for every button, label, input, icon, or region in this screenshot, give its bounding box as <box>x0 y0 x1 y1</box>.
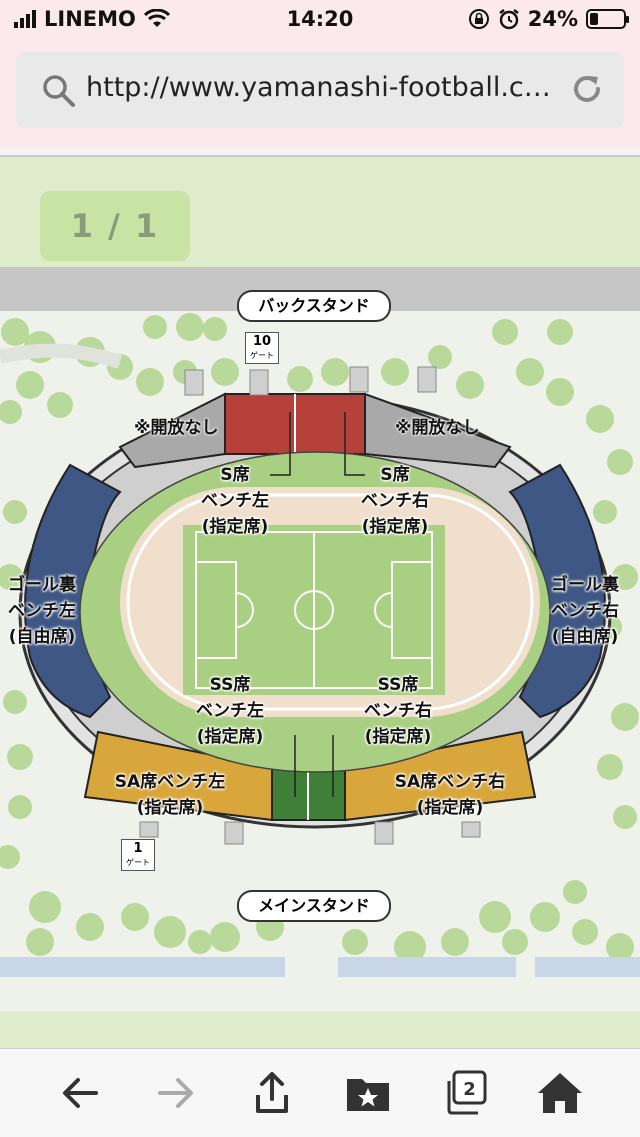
bookmark-star-icon[interactable] <box>344 1069 392 1117</box>
ss-right-label-line-1: SS席 <box>377 675 419 695</box>
goal-left-label-line-2: ベンチ左 <box>8 601 76 621</box>
search-icon <box>43 75 75 107</box>
gate-1: 1 ゲート <box>121 839 155 871</box>
status-bar: LINEMO 14:20 24% <box>0 0 640 40</box>
goal-left-label-line-3: (自由席) <box>8 627 76 647</box>
gate-1-label: ゲート <box>126 858 150 867</box>
ss-left-label-line-2: ベンチ左 <box>196 701 264 721</box>
closed-right-label: ※開放なし <box>395 418 480 438</box>
alarm-icon <box>499 9 519 30</box>
s-right-label: S席ベンチ右 (指定席) <box>335 462 455 540</box>
gate-10-number: 10 <box>252 334 272 349</box>
ss-left-label-line-1: SS席 <box>209 675 251 695</box>
canal <box>0 957 285 977</box>
sa-right-label: SA席ベンチ右 (指定席) <box>375 769 525 821</box>
goal-right-label-line-1: ゴール裏 <box>551 575 619 595</box>
tabs-count: 2 <box>463 1079 476 1100</box>
browser-address-area: http://www.yamanashi-football.c… <box>0 40 640 148</box>
ss-left-label: SS席ベンチ左 (指定席) <box>170 672 290 750</box>
battery-percent: 24% <box>527 7 578 31</box>
status-right: 24% <box>468 7 629 31</box>
gate-10: 10 ゲート <box>245 332 279 364</box>
address-bar[interactable]: http://www.yamanashi-football.c… <box>16 52 624 128</box>
s-left-label-line-1: S席 <box>220 465 250 485</box>
sa-left-label-line-2: (指定席) <box>136 798 204 818</box>
url-text[interactable]: http://www.yamanashi-football.c… <box>86 72 551 103</box>
goal-left-label: ゴール裏ベンチ左 (自由席) <box>0 572 102 650</box>
ss-right-label-line-2: ベンチ右 <box>364 701 432 721</box>
back-arrow-icon[interactable] <box>56 1069 104 1117</box>
home-icon[interactable] <box>536 1069 584 1117</box>
share-icon[interactable] <box>248 1069 296 1117</box>
sa-right-label-line-1: SA席ベンチ右 <box>394 772 506 792</box>
lock-rotation-icon <box>468 9 489 29</box>
s-right-label-line-1: S席 <box>380 465 410 485</box>
ss-left-label-line-3: (指定席) <box>196 727 264 747</box>
gate-1-number: 1 <box>133 841 143 856</box>
sa-left-label: SA席ベンチ左 (指定席) <box>95 769 245 821</box>
closed-left-label: ※開放なし <box>134 418 219 438</box>
ss-right-label-line-3: (指定席) <box>364 727 432 747</box>
s-right-label-line-2: ベンチ右 <box>361 491 429 511</box>
forward-arrow-icon[interactable] <box>152 1069 200 1117</box>
goal-right-label-line-2: ベンチ右 <box>551 601 619 621</box>
goal-left-label-line-1: ゴール裏 <box>8 575 76 595</box>
back-stand-label: バックスタンド <box>237 290 391 322</box>
tabs-icon[interactable]: 2 <box>440 1069 488 1117</box>
battery-fill <box>590 13 598 25</box>
browser-toolbar: 2 <box>0 1048 640 1137</box>
gate-10-label: ゲート <box>250 351 274 360</box>
page-indicator: 1 / 1 <box>40 191 190 261</box>
ss-right-label: SS席ベンチ右 (指定席) <box>338 672 458 750</box>
reload-icon[interactable] <box>570 72 604 106</box>
s-left-label-line-3: (指定席) <box>201 517 269 537</box>
s-left-label: S席ベンチ左 (指定席) <box>175 462 295 540</box>
sa-left-label-line-1: SA席ベンチ左 <box>114 772 226 792</box>
goal-right-label-line-3: (自由席) <box>551 627 619 647</box>
battery-icon <box>586 9 629 29</box>
main-stand-label: メインスタンド <box>237 890 391 922</box>
web-content[interactable]: 1 / 1 バックスタンド メインスタンド 10 ゲート 1 ゲート ※開放なし… <box>0 155 640 1050</box>
sa-right-label-line-2: (指定席) <box>416 798 484 818</box>
s-left-label-line-2: ベンチ左 <box>201 491 269 511</box>
goal-right-label: ゴール裏ベンチ右 (自由席) <box>525 572 640 650</box>
s-right-label-line-3: (指定席) <box>361 517 429 537</box>
